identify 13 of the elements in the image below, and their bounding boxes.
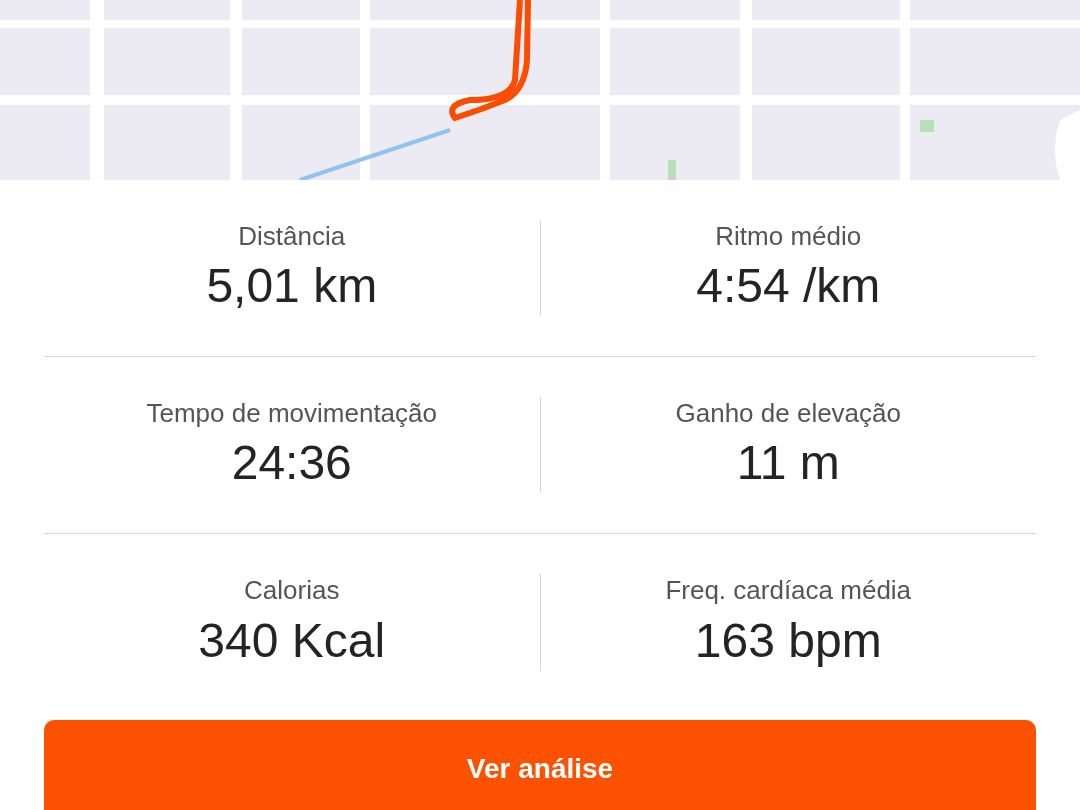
stat-label: Tempo de movimentação (146, 396, 437, 430)
stat-label: Calorias (244, 574, 340, 607)
stat-value: 24:36 (231, 435, 352, 492)
stat-value: 163 bpm (694, 612, 882, 669)
stat-value: 340 Kcal (198, 612, 386, 669)
stat-label: Ganho de elevação (675, 396, 901, 430)
stat-label: Freq. cardíaca média (665, 574, 912, 607)
stat-value: 4:54 /km (696, 258, 881, 315)
stat-label: Ritmo médio (715, 219, 862, 253)
stat-value: 5,01 km (206, 258, 378, 315)
analysis-button[interactable]: Ver análise (44, 720, 1036, 810)
stat-label: Distância (238, 219, 346, 253)
stat-value: 11 m (736, 435, 840, 492)
